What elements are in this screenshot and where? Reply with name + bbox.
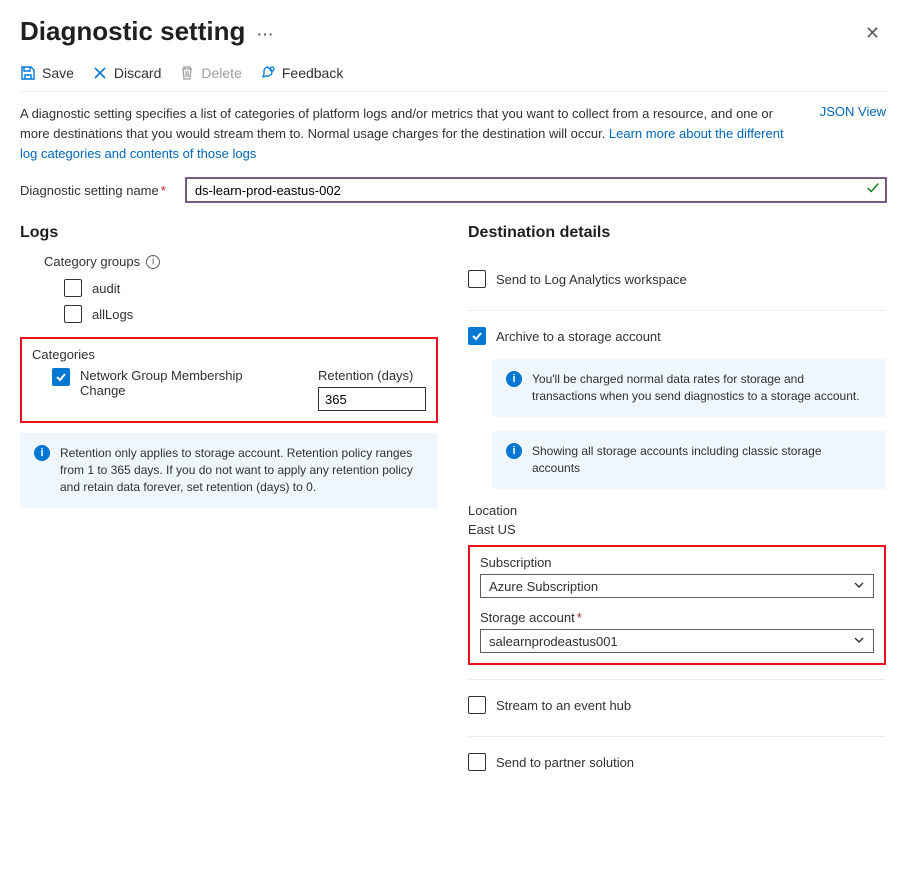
eventhub-checkbox[interactable] xyxy=(468,696,486,714)
more-button[interactable]: ··· xyxy=(257,26,274,42)
chevron-down-icon xyxy=(853,634,865,649)
location-value: East US xyxy=(468,522,886,537)
save-button[interactable]: Save xyxy=(20,65,74,81)
chevron-down-icon xyxy=(853,579,865,594)
subscription-label: Subscription xyxy=(480,555,874,570)
validation-check-icon xyxy=(866,181,880,198)
delete-label: Delete xyxy=(201,65,241,81)
audit-label: audit xyxy=(92,281,120,296)
save-icon xyxy=(20,65,36,81)
log-analytics-label: Send to Log Analytics workspace xyxy=(496,272,687,287)
setting-name-label: Diagnostic setting name* xyxy=(20,183,166,198)
storage-selection-highlight-box: Subscription Azure Subscription Storage … xyxy=(468,545,886,665)
retention-input[interactable] xyxy=(318,387,426,411)
setting-name-input[interactable] xyxy=(186,178,886,202)
audit-checkbox[interactable] xyxy=(64,279,82,297)
archive-storage-checkbox[interactable] xyxy=(468,327,486,345)
log-analytics-checkbox[interactable] xyxy=(468,270,486,288)
description-text: A diagnostic setting specifies a list of… xyxy=(20,104,800,164)
discard-label: Discard xyxy=(114,65,161,81)
discard-icon xyxy=(92,65,108,81)
page-title: Diagnostic setting xyxy=(20,16,245,47)
save-label: Save xyxy=(42,65,74,81)
discard-button[interactable]: Discard xyxy=(92,65,161,81)
json-view-link[interactable]: JSON View xyxy=(820,104,886,164)
archive-storage-label: Archive to a storage account xyxy=(496,329,661,344)
subscription-select[interactable]: Azure Subscription xyxy=(480,574,874,598)
feedback-icon xyxy=(260,65,276,81)
network-group-checkbox[interactable] xyxy=(52,368,70,386)
info-icon: i xyxy=(506,443,522,459)
logs-heading: Logs xyxy=(20,224,438,242)
location-label: Location xyxy=(468,503,886,518)
info-icon: i xyxy=(34,445,50,461)
storage-account-select[interactable]: salearnprodeastus001 xyxy=(480,629,874,653)
delete-button: Delete xyxy=(179,65,241,81)
storage-charge-info: i You'll be charged normal data rates fo… xyxy=(492,359,886,417)
partner-checkbox[interactable] xyxy=(468,753,486,771)
network-group-label: Network Group Membership Change xyxy=(80,368,250,398)
feedback-button[interactable]: Feedback xyxy=(260,65,343,81)
retention-label: Retention (days) xyxy=(318,368,426,383)
close-icon[interactable]: ✕ xyxy=(859,19,886,48)
retention-info-box: i Retention only applies to storage acco… xyxy=(20,433,438,508)
storage-account-label: Storage account* xyxy=(480,610,874,625)
categories-highlight-box: Categories Network Group Membership Chan… xyxy=(20,337,438,423)
partner-label: Send to partner solution xyxy=(496,755,634,770)
alllogs-label: allLogs xyxy=(92,307,133,322)
info-icon: i xyxy=(506,371,522,387)
delete-icon xyxy=(179,65,195,81)
feedback-label: Feedback xyxy=(282,65,343,81)
storage-all-info: i Showing all storage accounts including… xyxy=(492,431,886,489)
info-icon[interactable]: i xyxy=(146,255,160,269)
category-groups-label: Category groups i xyxy=(44,254,438,269)
destination-heading: Destination details xyxy=(468,224,886,242)
categories-label: Categories xyxy=(32,347,426,362)
eventhub-label: Stream to an event hub xyxy=(496,698,631,713)
alllogs-checkbox[interactable] xyxy=(64,305,82,323)
